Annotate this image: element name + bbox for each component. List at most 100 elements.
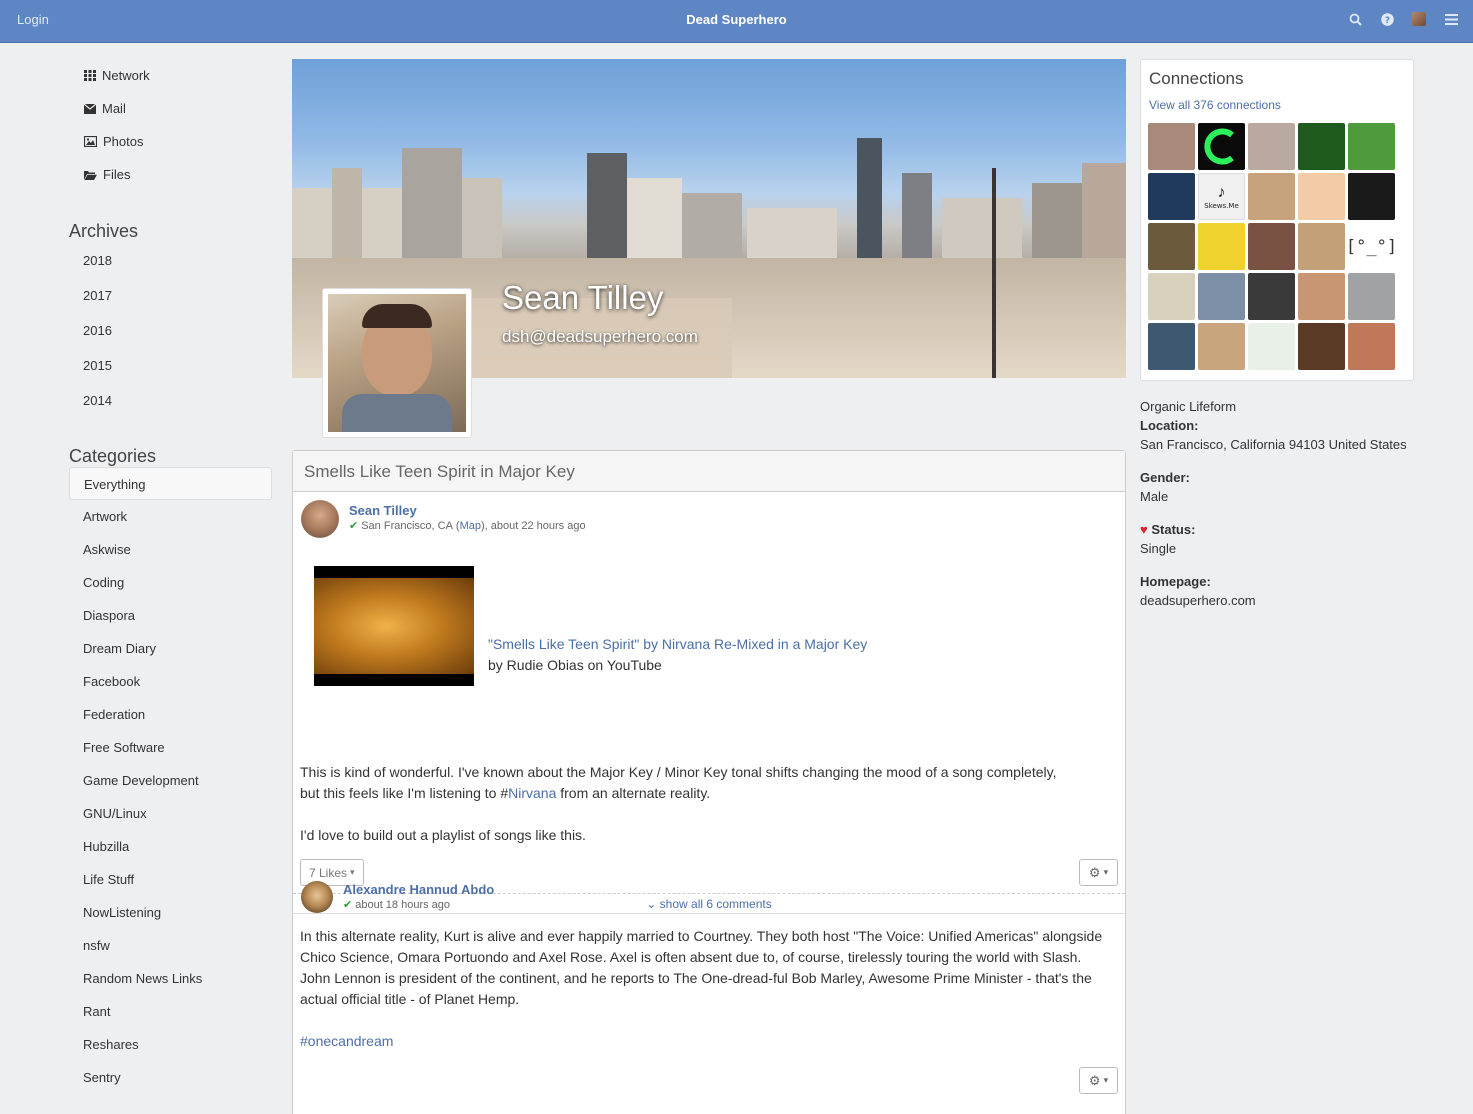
skews-label: Skews.Me bbox=[1204, 201, 1239, 210]
app-label: Files bbox=[103, 167, 131, 182]
connections-title: Connections bbox=[1149, 69, 1244, 88]
connection-avatar[interactable]: ♪ Skews.Me bbox=[1198, 173, 1245, 220]
hashtag-link[interactable]: Nirvana bbox=[508, 785, 556, 801]
category-diaspora[interactable]: Diaspora bbox=[69, 599, 272, 632]
skews-logo-icon: ♪ bbox=[1217, 183, 1226, 201]
category-life-stuff[interactable]: Life Stuff bbox=[69, 863, 272, 896]
video-thumbnail[interactable] bbox=[314, 566, 474, 686]
connection-avatar[interactable]: [°_°] bbox=[1346, 223, 1397, 270]
hashtag-prefix: # bbox=[300, 1033, 308, 1049]
envelope-icon bbox=[84, 103, 96, 114]
connection-avatar[interactable] bbox=[1198, 223, 1245, 270]
archive-year-2018[interactable]: 2018 bbox=[69, 243, 272, 278]
connection-avatar[interactable] bbox=[1198, 323, 1245, 370]
location-value: San Francisco, California 94103 United S… bbox=[1140, 437, 1407, 452]
app-label: Photos bbox=[103, 134, 144, 149]
connection-avatar[interactable] bbox=[1148, 123, 1195, 170]
archive-year-2014[interactable]: 2014 bbox=[69, 383, 272, 418]
app-files[interactable]: Files bbox=[69, 158, 272, 191]
gear-icon: ⚙ bbox=[1088, 1072, 1101, 1088]
connection-avatar[interactable] bbox=[1148, 323, 1195, 370]
connection-avatar[interactable] bbox=[1198, 123, 1245, 170]
comment-author: Alexandre Hannud Abdo ✔ about 18 hours a… bbox=[301, 881, 494, 913]
comment-time: about 18 hours ago bbox=[355, 898, 451, 911]
connection-avatar[interactable] bbox=[1298, 273, 1345, 320]
grid-icon bbox=[84, 70, 96, 81]
user-avatar-icon[interactable] bbox=[1411, 10, 1427, 28]
post-meta: ✔ San Francisco, CA (Map), about 22 hour… bbox=[349, 519, 586, 533]
category-everything[interactable]: Everything bbox=[69, 467, 272, 500]
connection-avatar[interactable] bbox=[1148, 223, 1195, 270]
category-nowlistening[interactable]: NowListening bbox=[69, 896, 272, 929]
connection-avatar[interactable] bbox=[1248, 223, 1295, 270]
profile-about: Organic Lifeform Location: San Francisco… bbox=[1140, 397, 1460, 610]
category-game-development[interactable]: Game Development bbox=[69, 764, 272, 797]
connection-avatar[interactable] bbox=[1348, 123, 1395, 170]
gender-label: Gender: bbox=[1140, 470, 1190, 485]
category-rant[interactable]: Rant bbox=[69, 995, 272, 1028]
site-title: Dead Superhero bbox=[686, 12, 787, 27]
connection-avatar[interactable] bbox=[1198, 273, 1245, 320]
map-link[interactable]: Map bbox=[460, 520, 481, 532]
archive-year-2016[interactable]: 2016 bbox=[69, 313, 272, 348]
homepage-link[interactable]: deadsuperhero.com bbox=[1140, 593, 1256, 608]
view-all-connections-link[interactable]: View all 376 connections bbox=[1149, 98, 1281, 112]
category-federation[interactable]: Federation bbox=[69, 698, 272, 731]
avatar[interactable] bbox=[301, 500, 339, 538]
profile-tagline: Organic Lifeform bbox=[1140, 399, 1237, 414]
category-dream-diary[interactable]: Dream Diary bbox=[69, 632, 272, 665]
app-network[interactable]: Network bbox=[69, 59, 272, 92]
comment-settings-button[interactable]: ⚙ ▾ bbox=[1079, 1067, 1118, 1094]
profile-name: Sean Tilley bbox=[502, 279, 664, 316]
help-icon[interactable]: ? bbox=[1379, 10, 1395, 28]
category-askwise[interactable]: Askwise bbox=[69, 533, 272, 566]
embed-title-link[interactable]: "Smells Like Teen Spirit" by Nirvana Re-… bbox=[488, 636, 867, 652]
page-title: Smells Like Teen Spirit in Major Key bbox=[293, 451, 1125, 492]
category-facebook[interactable]: Facebook bbox=[69, 665, 272, 698]
connection-avatar[interactable] bbox=[1248, 323, 1295, 370]
connection-avatar[interactable] bbox=[1248, 273, 1295, 320]
connection-avatar[interactable] bbox=[1148, 273, 1195, 320]
connection-avatar[interactable] bbox=[1348, 273, 1395, 320]
category-reshares[interactable]: Reshares bbox=[69, 1028, 272, 1061]
top-navbar: Login Dead Superhero ? bbox=[0, 0, 1473, 43]
category-sentry[interactable]: Sentry bbox=[69, 1061, 272, 1094]
category-nsfw[interactable]: nsfw bbox=[69, 929, 272, 962]
post-text-line: from an alternate reality. bbox=[556, 785, 711, 801]
search-icon[interactable] bbox=[1347, 10, 1363, 28]
menu-icon[interactable] bbox=[1443, 10, 1459, 28]
connection-avatar[interactable] bbox=[1298, 173, 1345, 220]
content-panel: Smells Like Teen Spirit in Major Key Sea… bbox=[292, 450, 1126, 1114]
category-hubzilla[interactable]: Hubzilla bbox=[69, 830, 272, 863]
connection-avatar[interactable] bbox=[1298, 323, 1345, 370]
archive-year-2015[interactable]: 2015 bbox=[69, 348, 272, 383]
connection-avatar[interactable] bbox=[1298, 223, 1345, 270]
archives-title: Archives bbox=[69, 221, 139, 241]
status-value: Single bbox=[1140, 541, 1177, 556]
category-free-software[interactable]: Free Software bbox=[69, 731, 272, 764]
category-artwork[interactable]: Artwork bbox=[69, 500, 272, 533]
category-coding[interactable]: Coding bbox=[69, 566, 272, 599]
profile-photo[interactable] bbox=[322, 288, 472, 438]
app-photos[interactable]: Photos bbox=[69, 125, 272, 158]
archive-year-2017[interactable]: 2017 bbox=[69, 278, 272, 313]
login-link[interactable]: Login bbox=[17, 12, 49, 27]
connection-avatar[interactable] bbox=[1348, 173, 1395, 220]
connection-avatar[interactable] bbox=[1348, 323, 1395, 370]
post-text-line: This is kind of wonderful. I've known ab… bbox=[300, 764, 1057, 780]
category-gnu-linux[interactable]: GNU/Linux bbox=[69, 797, 272, 830]
embed-source: by Rudie Obias on YouTube bbox=[488, 657, 662, 673]
connection-avatar[interactable] bbox=[1298, 123, 1345, 170]
connection-avatar[interactable] bbox=[1148, 173, 1195, 220]
connection-avatar[interactable] bbox=[1248, 173, 1295, 220]
author-name-link[interactable]: Alexandre Hannud Abdo bbox=[343, 882, 494, 897]
hashtag-link[interactable]: #onecandream bbox=[300, 1033, 393, 1049]
image-icon bbox=[84, 136, 97, 147]
app-mail[interactable]: Mail bbox=[69, 92, 272, 125]
author-name-link[interactable]: Sean Tilley bbox=[349, 503, 586, 518]
verified-check-icon: ✔ bbox=[343, 899, 353, 911]
profile-handle: dsh@deadsuperhero.com bbox=[502, 327, 698, 346]
avatar[interactable] bbox=[301, 881, 333, 913]
connection-avatar[interactable] bbox=[1248, 123, 1295, 170]
category-random-news-links[interactable]: Random News Links bbox=[69, 962, 272, 995]
